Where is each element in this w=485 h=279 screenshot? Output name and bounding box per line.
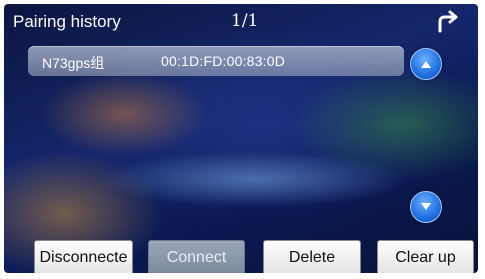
chevron-down-icon — [421, 203, 431, 210]
back-button[interactable] — [434, 9, 462, 33]
connect-button[interactable]: Connect — [148, 240, 245, 273]
header-bar: Pairing history 1/1 — [4, 4, 478, 38]
pairing-history-screen: Pairing history 1/1 N73gps组 00:1D:FD:00:… — [4, 4, 478, 273]
clear-up-button[interactable]: Clear up — [377, 240, 474, 273]
device-address: 00:1D:FD:00:83:0D — [161, 53, 286, 69]
delete-button[interactable]: Delete — [263, 240, 361, 273]
paired-device-list: N73gps组 00:1D:FD:00:83:0D — [28, 46, 404, 231]
device-name: N73gps组 — [42, 55, 105, 71]
return-arrow-icon — [438, 10, 458, 33]
disconnect-button[interactable]: Disconnecte — [34, 240, 133, 273]
page-title: Pairing history — [13, 12, 121, 31]
list-item[interactable]: N73gps组 00:1D:FD:00:83:0D — [28, 46, 404, 76]
scroll-down-button[interactable] — [410, 191, 442, 223]
page-indicator: 1/1 — [231, 11, 259, 31]
chevron-up-icon — [421, 61, 431, 68]
scroll-up-button[interactable] — [410, 48, 442, 80]
